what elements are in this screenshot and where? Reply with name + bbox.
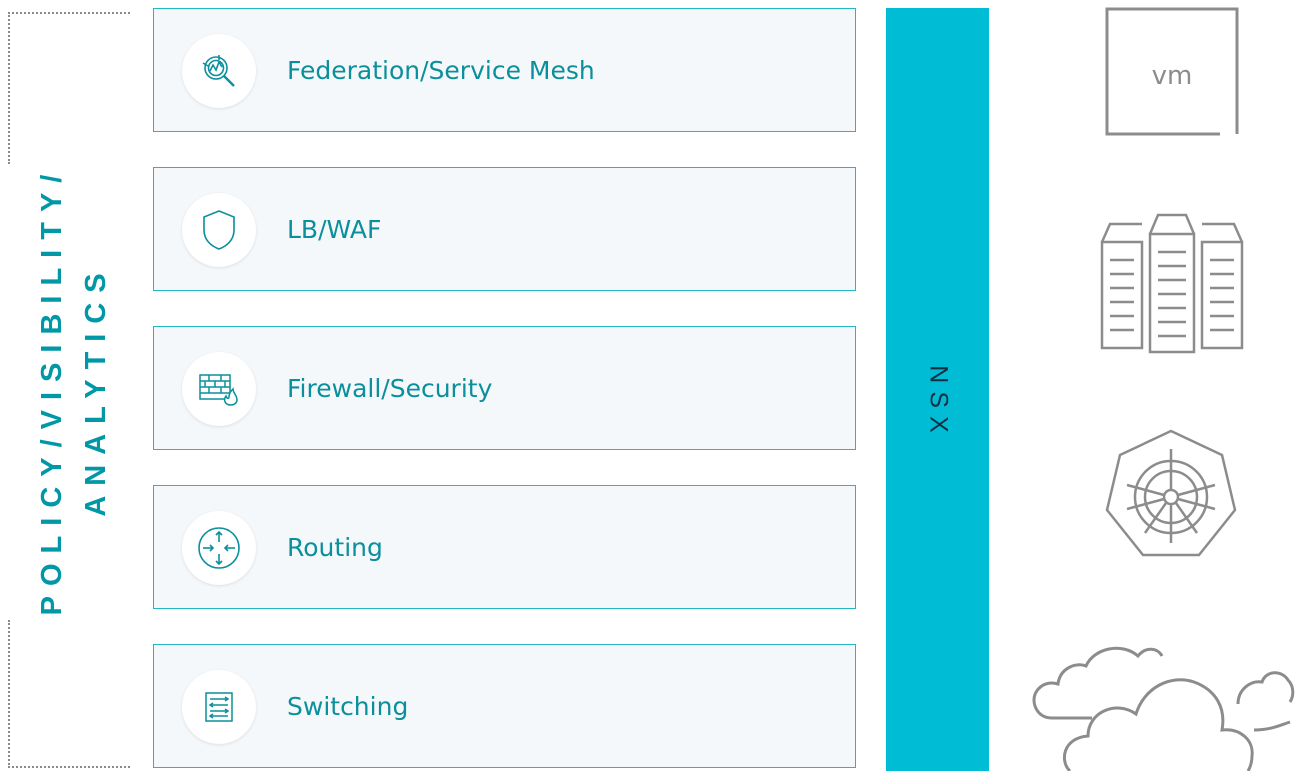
nsx-label: NSX	[924, 365, 952, 441]
layer-switching: Switching	[153, 644, 856, 768]
firewall-icon	[199, 374, 238, 406]
vm-label: vm	[1152, 61, 1193, 91]
bracket-top-dotted	[8, 12, 130, 164]
shield-icon	[203, 210, 235, 250]
layer-firewall-security: Firewall/Security	[153, 326, 856, 450]
kubernetes-icon	[1105, 429, 1237, 557]
layer-label: Switching	[287, 691, 409, 721]
layer-lb-waf: LB/WAF	[153, 167, 856, 291]
layer-federation-service-mesh: Federation/Service Mesh	[153, 8, 856, 132]
switch-icon	[205, 692, 233, 722]
icon-circle	[182, 670, 256, 744]
bracket-bottom-dotted	[8, 620, 130, 768]
icon-circle	[182, 193, 256, 267]
nsx-bar: NSX	[886, 8, 989, 771]
router-icon	[198, 527, 240, 569]
layer-label: Federation/Service Mesh	[287, 55, 595, 85]
icon-circle	[182, 352, 256, 426]
cloud-icon	[1032, 646, 1295, 771]
side-label-line-2: ANALYTICS	[80, 263, 112, 517]
layer-label: Firewall/Security	[287, 373, 493, 403]
icon-circle	[182, 34, 256, 108]
servers-icon	[1100, 213, 1244, 354]
layer-label: LB/WAF	[287, 214, 382, 244]
layer-routing: Routing	[153, 485, 856, 609]
side-label-line-1: POLICY/VISIBILITY/	[36, 164, 68, 616]
policy-visibility-analytics-label: POLICY/VISIBILITY/ ANALYTICS	[30, 165, 118, 616]
layer-label: Routing	[287, 532, 383, 562]
vm-icon: vm	[1105, 7, 1239, 136]
service-mesh-icon	[202, 55, 235, 87]
icon-circle	[182, 511, 256, 585]
